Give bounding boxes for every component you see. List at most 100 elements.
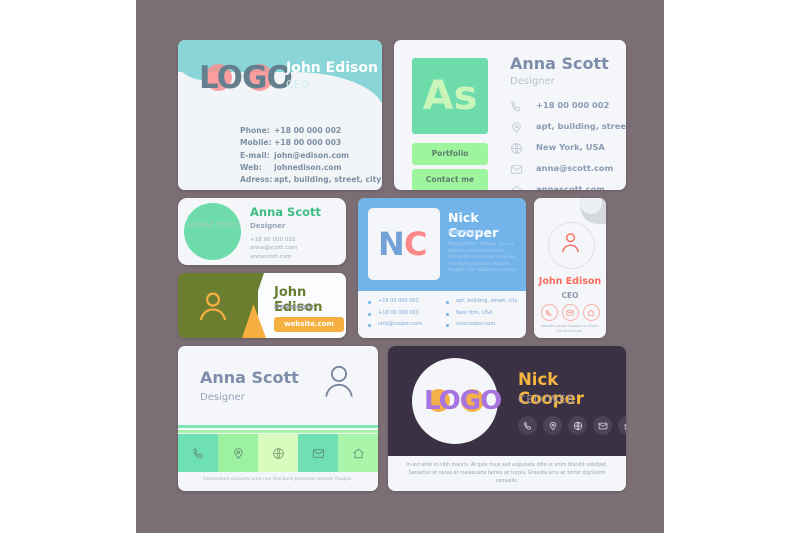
business-card-nick-cooper-dark[interactable]: LOGO Nick Cooper CEO/WEB In est ante in …: [388, 346, 626, 491]
card5-bullet-email: nick@cooper.com: [368, 321, 422, 333]
card1-role: CEO: [286, 78, 310, 91]
card5-bullet-phone2: +18 00 000 003: [368, 310, 422, 322]
card5-bullet-phone1: +18 00 000 002: [368, 298, 422, 310]
home-icon[interactable]: [338, 434, 378, 472]
business-card-anna-scott-icons[interactable]: Anna Scott Designer Fermentum posuere ur…: [178, 346, 378, 491]
card1-row-web: Web: johnedison.com: [240, 162, 381, 174]
card2-contact-city-text: New York, USA: [536, 142, 605, 152]
card1-row-address: Adress: apt, building, street, city: [240, 174, 381, 186]
card4-olive-triangle: [242, 273, 264, 338]
card1-row-email-label: E-mail:: [240, 150, 270, 160]
card4-role: Developer: [274, 303, 315, 311]
card1-row-phone-label: Phone:: [240, 126, 270, 135]
card1-contact-rows: Phone: +18 00 000 002 Mobile: +18 00 000 0…: [240, 125, 381, 186]
card5-bullet-city: New York, USA: [446, 310, 517, 322]
card2-monogram-tile: As: [412, 58, 488, 134]
card2-contact-address-text: apt, building, street: [536, 121, 626, 131]
card7-divider-green: [178, 425, 378, 428]
business-card-nick-cooper-manager[interactable]: N C Nick Cooper Manager Magna etiam temp…: [358, 198, 526, 338]
card8-footer-text: In est ante in nibh mauris. At quis risu…: [406, 463, 608, 484]
card2-contact-website-text: annascott.com: [536, 184, 605, 190]
card5-paragraph: Magna etiam tempor orci eu lobortis elem…: [448, 242, 517, 274]
card3-details: +18 00 000 002 anna@scott.com annascott.…: [250, 236, 297, 261]
location-pin-icon[interactable]: [218, 434, 258, 472]
globe-icon: [510, 142, 523, 155]
card5-bullet-address: apt, building, street, city: [446, 298, 517, 310]
card7-footer-text: Fermentum posuere urna nec tincidunt pra…: [203, 477, 353, 482]
poster-background: LOGO John Edison CEO Phone: +18 00 000 00…: [136, 0, 664, 533]
card3-detail-phone: +18 00 000 002: [250, 237, 296, 243]
card1-row-phone: Phone: +18 00 000 002: [240, 125, 381, 137]
card1-row-address-label: Adress:: [240, 175, 273, 185]
card3-role: Designer: [250, 222, 286, 230]
business-card-john-edison-developer[interactable]: John Edison Developer website.com: [178, 273, 346, 338]
card1-row-mobile-value: +18 00 000 003: [274, 138, 342, 148]
contact-me-button[interactable]: Contact me: [412, 169, 488, 190]
phone-icon[interactable]: [518, 416, 537, 435]
person-icon: [196, 289, 230, 323]
card6-role: CEO: [561, 291, 579, 300]
card8-logo-circle: LOGO: [412, 358, 502, 444]
card2-name: Anna Scott: [510, 54, 609, 73]
person-icon: [322, 364, 356, 400]
envelope-icon[interactable]: [561, 304, 579, 321]
card1-row-web-label: Web:: [240, 162, 262, 172]
card5-monogram-tile: N C: [368, 208, 440, 280]
globe-icon[interactable]: [568, 416, 587, 435]
card8-icon-row: [518, 416, 626, 435]
home-icon[interactable]: [582, 304, 600, 321]
upload-photo-circle[interactable]: Upload Photo: [184, 203, 241, 260]
website-button[interactable]: website.com: [274, 317, 344, 332]
home-icon[interactable]: [618, 416, 626, 435]
upload-photo-label: Upload Photo: [187, 220, 238, 229]
card1-logo: LOGO: [199, 58, 293, 98]
card2-role: Designer: [510, 76, 555, 87]
card3-name: Anna Scott: [250, 205, 322, 219]
card1-row-email-value: john@edison.com: [274, 150, 350, 160]
card1-name: John Edison: [286, 60, 378, 76]
card1-row-mobile: Mobile: +18 00 000 003: [240, 137, 381, 149]
card7-role: Designer: [200, 392, 245, 403]
globe-icon[interactable]: [258, 434, 298, 472]
card1-row-phone-value: +18 00 000 002: [274, 126, 342, 135]
phone-icon[interactable]: [178, 434, 218, 472]
card3-detail-email: anna@scott.com: [250, 245, 298, 252]
portfolio-button[interactable]: Portfolio: [412, 143, 488, 165]
card1-row-address-value: apt, building, street, city: [274, 175, 382, 185]
card7-divider-light-green: [178, 430, 378, 433]
card7-icon-strip: [178, 434, 378, 472]
card5-contact-column-left: +18 00 000 002 +18 00 000 003 nick@coope…: [368, 298, 422, 333]
card6-icon-row: [534, 304, 606, 321]
envelope-icon[interactable]: [593, 416, 612, 435]
card2-monogram-text: As: [422, 73, 478, 119]
card8-logo-text: LOGO: [424, 386, 502, 416]
phone-icon: [510, 100, 523, 113]
card6-name: John Edison: [538, 276, 602, 287]
business-card-anna-scott-designer[interactable]: As Portfolio Contact me Anna Scott Desig…: [394, 40, 626, 190]
phone-icon[interactable]: [540, 304, 558, 321]
person-icon: [559, 231, 582, 255]
card5-monogram-n: N: [378, 225, 405, 263]
location-pin-icon: [510, 121, 523, 134]
card6-footer-text: Sodales neque sodales ut etiam. Condimen…: [540, 324, 600, 334]
card1-logo-text: LOGO: [199, 60, 293, 96]
card5-bullet-website: nickcooper.com: [446, 321, 517, 333]
card5-monogram-c: C: [404, 225, 428, 263]
envelope-icon: [510, 163, 523, 176]
card2-contact-email-text: anna@scott.com: [536, 163, 614, 173]
location-pin-icon[interactable]: [543, 416, 562, 435]
card3-detail-web: annascott.com: [250, 253, 292, 260]
card1-row-mobile-label: Mobile:: [240, 138, 272, 148]
business-card-john-edison-vertical[interactable]: John Edison CEO Sodales neque sodales ut…: [534, 198, 606, 338]
card1-row-email: E-mail: john@edison.com: [240, 150, 381, 162]
card8-role: CEO/WEB: [518, 394, 575, 406]
card5-role: Manager: [448, 228, 483, 236]
business-card-anna-scott-upload[interactable]: Upload Photo Anna Scott Designer +18 00 …: [178, 198, 346, 265]
card1-row-web-value: johnedison.com: [274, 162, 342, 172]
card2-contact-phone-text: +18 00 000 002: [536, 100, 610, 110]
business-card-john-edison-ceo[interactable]: LOGO John Edison CEO Phone: +18 00 000 00…: [178, 40, 382, 190]
card8-logo: LOGO: [424, 384, 502, 418]
home-icon: [510, 184, 523, 190]
envelope-icon[interactable]: [298, 434, 338, 472]
card5-contact-column-right: apt, building, street, city New York, US…: [446, 298, 517, 333]
